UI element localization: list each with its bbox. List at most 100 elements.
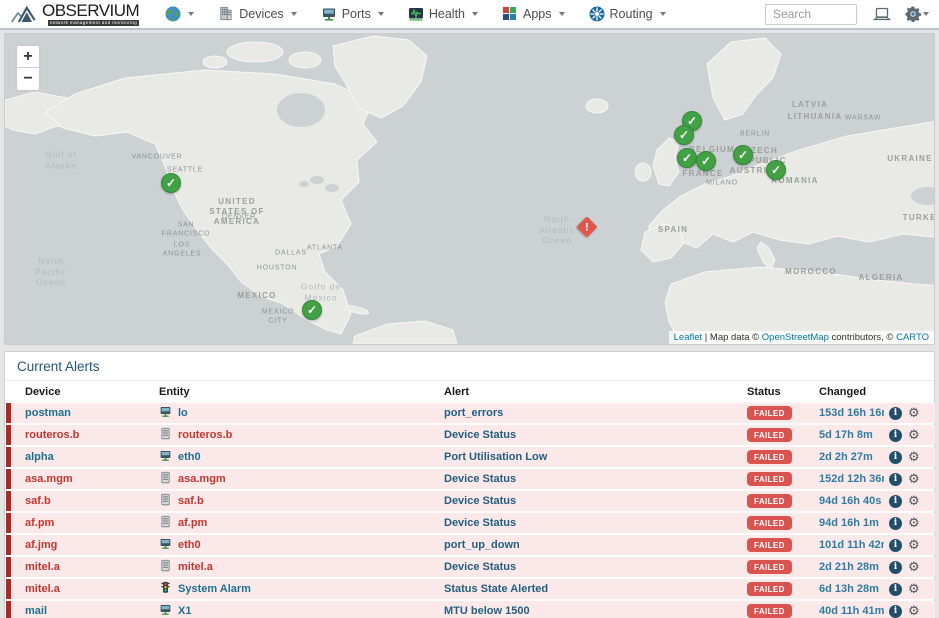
alert-link[interactable]: Status State Alerted (444, 583, 548, 595)
device-ok-marker[interactable]: ✓ (766, 160, 786, 180)
alert-link[interactable]: Device Status (444, 495, 516, 507)
device-link[interactable]: mail (25, 605, 47, 617)
entity-link[interactable]: asa.mgm (178, 473, 226, 485)
chevron-down-icon (923, 12, 929, 16)
info-icon[interactable]: i (889, 451, 902, 464)
entity-link[interactable]: X1 (178, 605, 191, 617)
status-badge: FAILED (747, 516, 792, 530)
info-icon[interactable]: i (889, 429, 902, 442)
info-icon[interactable]: i (889, 407, 902, 420)
zoom-out-button[interactable]: − (17, 68, 39, 90)
changed-time: 6d 13h 28m (819, 583, 879, 595)
entity-link[interactable]: System Alarm (178, 583, 251, 595)
gear-icon[interactable]: ⚙ (908, 473, 920, 486)
chevron-down-icon (291, 12, 297, 16)
menu-ports[interactable]: Ports (309, 0, 396, 28)
entity-link[interactable]: mitel.a (178, 561, 213, 573)
gear-icon[interactable]: ⚙ (908, 407, 920, 420)
gear-icon[interactable]: ⚙ (908, 605, 920, 618)
server-icon (159, 515, 172, 531)
zoom-in-button[interactable]: + (17, 46, 39, 68)
table-row[interactable]: af.pm af.pm Device Status FAILED 94d 16h… (6, 513, 935, 533)
entity-link[interactable]: lo (178, 407, 188, 419)
device-ok-marker[interactable]: ✓ (733, 145, 753, 165)
device-link[interactable]: asa.mgm (25, 473, 73, 485)
device-link[interactable]: saf.b (25, 495, 51, 507)
column-header-changed: Changed (814, 383, 884, 401)
chevron-down-icon (188, 12, 194, 16)
world-map[interactable]: UNITED STATES OF AMERICAMEXICOFRANCEBELG… (4, 33, 935, 345)
table-row[interactable]: asa.mgm asa.mgm Device Status FAILED 152… (6, 469, 935, 489)
alert-link[interactable]: port_errors (444, 407, 503, 419)
table-row[interactable]: saf.b saf.b Device Status FAILED 94d 16h… (6, 491, 935, 511)
alert-link[interactable]: MTU below 1500 (444, 605, 530, 617)
alert-link[interactable]: port_up_down (444, 539, 520, 551)
device-link[interactable]: routeros.b (25, 429, 79, 441)
table-row[interactable]: mitel.a System Alarm Status State Alerte… (6, 579, 935, 599)
device-link[interactable]: postman (25, 407, 71, 419)
table-row[interactable]: mail X1 MTU below 1500 FAILED 40d 11h 41… (6, 601, 935, 618)
alert-link[interactable]: Device Status (444, 517, 516, 529)
menu-label: Routing (610, 7, 653, 21)
gear-icon[interactable]: ⚙ (908, 495, 920, 508)
observium-logo[interactable]: OBSERVIUM network management and monitor… (10, 2, 139, 27)
device-link[interactable]: mitel.a (25, 583, 60, 595)
gear-icon[interactable]: ⚙ (908, 429, 920, 442)
menu-devices[interactable]: Devices (206, 0, 308, 28)
mountain-logo-icon (10, 3, 40, 25)
routing-icon (589, 6, 605, 22)
menu-routing[interactable]: Routing (577, 0, 678, 28)
port-icon (159, 603, 172, 618)
entity-link[interactable]: routeros.b (178, 429, 232, 441)
entity-link[interactable]: saf.b (178, 495, 204, 507)
table-row[interactable]: routeros.b routeros.b Device Status FAIL… (6, 425, 935, 445)
table-row[interactable]: af.jmg eth0 port_up_down FAILED 101d 11h… (6, 535, 935, 555)
ports-icon (321, 6, 337, 22)
menu-overview[interactable] (153, 0, 206, 28)
server-icon (159, 559, 172, 575)
device-ok-marker[interactable]: ✓ (161, 173, 181, 193)
info-icon[interactable]: i (889, 583, 902, 596)
device-display-icon[interactable] (873, 7, 891, 22)
alert-link[interactable]: Device Status (444, 561, 516, 573)
entity-link[interactable]: eth0 (178, 451, 201, 463)
alert-link[interactable]: Port Utilisation Low (444, 451, 547, 463)
carto-link[interactable]: CARTO (896, 332, 929, 343)
status-badge: FAILED (747, 472, 792, 486)
gear-icon[interactable]: ⚙ (908, 451, 920, 464)
search-input[interactable] (765, 4, 857, 25)
device-link[interactable]: af.jmg (25, 539, 57, 551)
menu-apps[interactable]: Apps (490, 0, 577, 28)
alert-link[interactable]: Device Status (444, 429, 516, 441)
menu-health[interactable]: Health (396, 0, 490, 28)
device-ok-marker[interactable]: ✓ (677, 148, 697, 168)
table-row[interactable]: postman lo port_errors FAILED 153d 16h 1… (6, 403, 935, 423)
changed-time: 152d 12h 36m (819, 473, 884, 485)
device-link[interactable]: af.pm (25, 517, 54, 529)
device-ok-marker[interactable]: ✓ (302, 300, 322, 320)
gear-icon[interactable]: ⚙ (908, 517, 920, 530)
info-icon[interactable]: i (889, 517, 902, 530)
settings-gear-icon[interactable] (905, 6, 929, 22)
server-icon (159, 471, 172, 487)
alert-link[interactable]: Device Status (444, 473, 516, 485)
info-icon[interactable]: i (889, 473, 902, 486)
device-link[interactable]: mitel.a (25, 561, 60, 573)
entity-link[interactable]: af.pm (178, 517, 207, 529)
gear-icon[interactable]: ⚙ (908, 583, 920, 596)
gear-icon[interactable]: ⚙ (908, 561, 920, 574)
table-row[interactable]: mitel.a mitel.a Device Status FAILED 2d … (6, 557, 935, 577)
device-link[interactable]: alpha (25, 451, 54, 463)
table-row[interactable]: alpha eth0 Port Utilisation Low FAILED 2… (6, 447, 935, 467)
info-icon[interactable]: i (889, 605, 902, 618)
openstreetmap-link[interactable]: OpenStreetMap (762, 332, 829, 343)
leaflet-link[interactable]: Leaflet (674, 332, 703, 343)
health-icon (408, 6, 424, 22)
info-icon[interactable]: i (889, 539, 902, 552)
info-icon[interactable]: i (889, 495, 902, 508)
device-ok-marker[interactable]: ✓ (696, 151, 716, 171)
gear-icon[interactable]: ⚙ (908, 539, 920, 552)
info-icon[interactable]: i (889, 561, 902, 574)
entity-link[interactable]: eth0 (178, 539, 201, 551)
device-ok-marker[interactable]: ✓ (674, 125, 694, 145)
